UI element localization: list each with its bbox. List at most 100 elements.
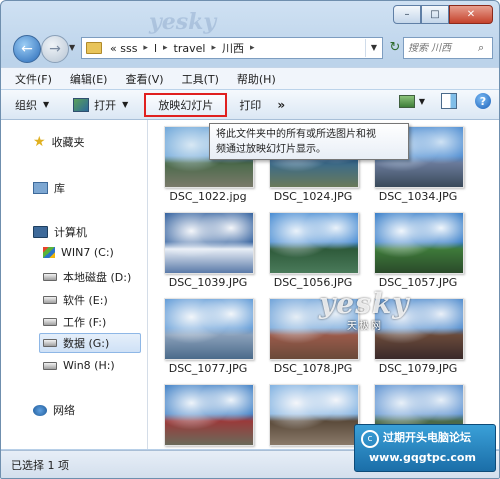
nav-drive-label: 本地磁盘 (D:) bbox=[63, 271, 132, 284]
nav-libraries-label: 库 bbox=[54, 182, 65, 195]
watermark-yesky: yesky bbox=[319, 287, 410, 320]
change-view-icon[interactable] bbox=[398, 94, 415, 108]
print-label: 打印 bbox=[239, 98, 262, 112]
photo-thumbnail[interactable] bbox=[269, 384, 359, 446]
nav-drive-label: 工作 (F:) bbox=[63, 316, 107, 329]
nav-drive-d[interactable]: 本地磁盘 (D:) bbox=[43, 269, 131, 285]
nav-drive-c[interactable]: WIN7 (C:) bbox=[43, 246, 114, 259]
menu-tools[interactable]: 工具(T) bbox=[182, 71, 219, 87]
search-box[interactable]: ⌕ bbox=[403, 37, 493, 59]
nav-drive-e[interactable]: 软件 (E:) bbox=[43, 292, 108, 308]
open-button[interactable]: 打开 ▼ bbox=[67, 93, 134, 117]
breadcrumb-chuanxi[interactable]: 川西 bbox=[218, 40, 248, 56]
refresh-icon: ↻ bbox=[389, 39, 401, 55]
nav-favorites-label: 收藏夹 bbox=[51, 136, 85, 149]
watermark-top: yesky bbox=[149, 9, 217, 35]
watermark-badge-mark: c bbox=[361, 430, 379, 448]
menu-edit[interactable]: 编辑(E) bbox=[70, 71, 108, 87]
file-item[interactable]: DSC_1056.JPG bbox=[269, 212, 377, 296]
menu-view[interactable]: 查看(V) bbox=[125, 71, 163, 87]
nav-computer[interactable]: 计算机 bbox=[33, 224, 87, 240]
explorer-window: yesky – □ ✕ ← → ▼ « sss ▸ l ▸ travel ▸ 川… bbox=[0, 0, 500, 479]
file-item[interactable]: DSC_1077.JPG bbox=[164, 298, 272, 382]
breadcrumb-travel[interactable]: travel bbox=[170, 42, 210, 55]
forward-button[interactable]: → bbox=[41, 35, 69, 63]
back-button[interactable]: ← bbox=[13, 35, 41, 63]
navigation-pane: ★ 收藏夹 库 计算机 WIN7 (C:) 本地磁盘 (D:) 软件 (E:) … bbox=[1, 120, 148, 449]
forward-arrow-icon: → bbox=[49, 41, 61, 57]
file-name: DSC_1034.JPG bbox=[378, 190, 458, 203]
slideshow-label: 放映幻灯片 bbox=[158, 98, 214, 112]
address-bar[interactable]: « sss ▸ l ▸ travel ▸ 川西 ▸ ▼ bbox=[81, 37, 383, 59]
photo-thumbnail[interactable] bbox=[164, 298, 254, 360]
watermark-badge-url: www.gqgtpc.com bbox=[369, 451, 476, 464]
nav-favorites[interactable]: ★ 收藏夹 bbox=[33, 134, 85, 150]
status-text: 已选择 1 项 bbox=[11, 458, 69, 472]
photo-thumbnail[interactable] bbox=[164, 384, 254, 446]
breadcrumb-separator-icon[interactable]: ▸ bbox=[209, 43, 218, 53]
search-icon[interactable]: ⌕ bbox=[478, 41, 484, 55]
photo-thumbnail[interactable] bbox=[374, 212, 464, 274]
menu-file[interactable]: 文件(F) bbox=[15, 71, 52, 87]
breadcrumb-sss[interactable]: « sss bbox=[106, 42, 141, 55]
watermark-badge: c 过期开头电脑论坛 www.gqgtpc.com bbox=[354, 424, 496, 472]
recent-pages-dropdown[interactable]: ▼ bbox=[69, 43, 75, 52]
chevron-down-icon[interactable]: ▼ bbox=[419, 97, 425, 106]
breadcrumb-l[interactable]: l bbox=[150, 42, 161, 55]
photo-thumbnail[interactable] bbox=[269, 212, 359, 274]
nav-drive-f[interactable]: 工作 (F:) bbox=[43, 314, 106, 330]
library-icon bbox=[33, 182, 48, 194]
command-bar: 组织 ▼ 打开 ▼ 放映幻灯片 打印 » ▼ ? bbox=[1, 90, 499, 120]
nav-drive-h[interactable]: Win8 (H:) bbox=[43, 359, 115, 372]
windows-drive-icon bbox=[43, 247, 55, 258]
computer-icon bbox=[33, 226, 48, 238]
drive-icon bbox=[43, 361, 57, 370]
star-icon: ★ bbox=[33, 134, 46, 150]
network-icon bbox=[33, 404, 47, 416]
breadcrumb-separator-icon[interactable]: ▸ bbox=[248, 43, 257, 53]
photo-thumbnail[interactable] bbox=[164, 212, 254, 274]
menu-bar: 文件(F) 编辑(E) 查看(V) 工具(T) 帮助(H) bbox=[1, 67, 499, 89]
file-name: DSC_1078.JPG bbox=[273, 362, 353, 375]
chevron-down-icon: ▼ bbox=[43, 100, 50, 109]
nav-drive-g[interactable]: 数据 (G:) bbox=[39, 333, 141, 353]
nav-drive-label: Win8 (H:) bbox=[63, 359, 115, 372]
drive-icon bbox=[43, 296, 57, 304]
close-button[interactable]: ✕ bbox=[449, 5, 493, 24]
file-name: DSC_1022.jpg bbox=[169, 190, 247, 203]
file-item[interactable] bbox=[164, 384, 272, 449]
drive-icon bbox=[43, 339, 57, 347]
print-button[interactable]: 打印 bbox=[233, 93, 267, 117]
file-name: DSC_1039.JPG bbox=[168, 276, 248, 289]
organize-button[interactable]: 组织 ▼ bbox=[9, 93, 55, 117]
breadcrumb-separator-icon[interactable]: ▸ bbox=[141, 43, 150, 53]
drive-icon bbox=[43, 318, 57, 326]
slideshow-tooltip: 将此文件夹中的所有或所选图片和视 频通过放映幻灯片显示。 bbox=[209, 123, 409, 160]
breadcrumb-separator-icon[interactable]: ▸ bbox=[161, 43, 170, 53]
more-commands-button[interactable]: » bbox=[271, 93, 289, 117]
address-row: ← → ▼ « sss ▸ l ▸ travel ▸ 川西 ▸ ▼ ↻ ⌕ bbox=[7, 33, 493, 63]
nav-network-label: 网络 bbox=[53, 404, 75, 417]
search-input[interactable] bbox=[404, 42, 478, 54]
refresh-button[interactable]: ↻ bbox=[385, 38, 405, 56]
nav-drive-label: 数据 (G:) bbox=[63, 337, 110, 350]
tooltip-line-1: 将此文件夹中的所有或所选图片和视 bbox=[216, 129, 376, 140]
nav-network[interactable]: 网络 bbox=[33, 402, 75, 418]
maximize-button[interactable]: □ bbox=[421, 5, 449, 24]
preview-pane-icon[interactable] bbox=[441, 93, 457, 109]
file-name: DSC_1024.JPG bbox=[273, 190, 353, 203]
help-icon[interactable]: ? bbox=[475, 93, 491, 109]
open-image-icon bbox=[73, 97, 90, 112]
file-item[interactable]: DSC_1057.JPG bbox=[374, 212, 482, 296]
file-name: DSC_1079.JPG bbox=[378, 362, 458, 375]
nav-computer-label: 计算机 bbox=[54, 226, 87, 239]
menu-help[interactable]: 帮助(H) bbox=[237, 71, 276, 87]
toolbar-right-group: ▼ ? bbox=[398, 93, 491, 109]
minimize-button[interactable]: – bbox=[393, 5, 421, 24]
file-item[interactable]: DSC_1039.JPG bbox=[164, 212, 272, 296]
address-dropdown-icon[interactable]: ▼ bbox=[365, 39, 382, 57]
slideshow-button[interactable]: 放映幻灯片 bbox=[144, 92, 228, 117]
open-label: 打开 bbox=[94, 98, 117, 112]
window-caption-buttons: – □ ✕ bbox=[393, 5, 493, 24]
nav-libraries[interactable]: 库 bbox=[33, 180, 65, 196]
